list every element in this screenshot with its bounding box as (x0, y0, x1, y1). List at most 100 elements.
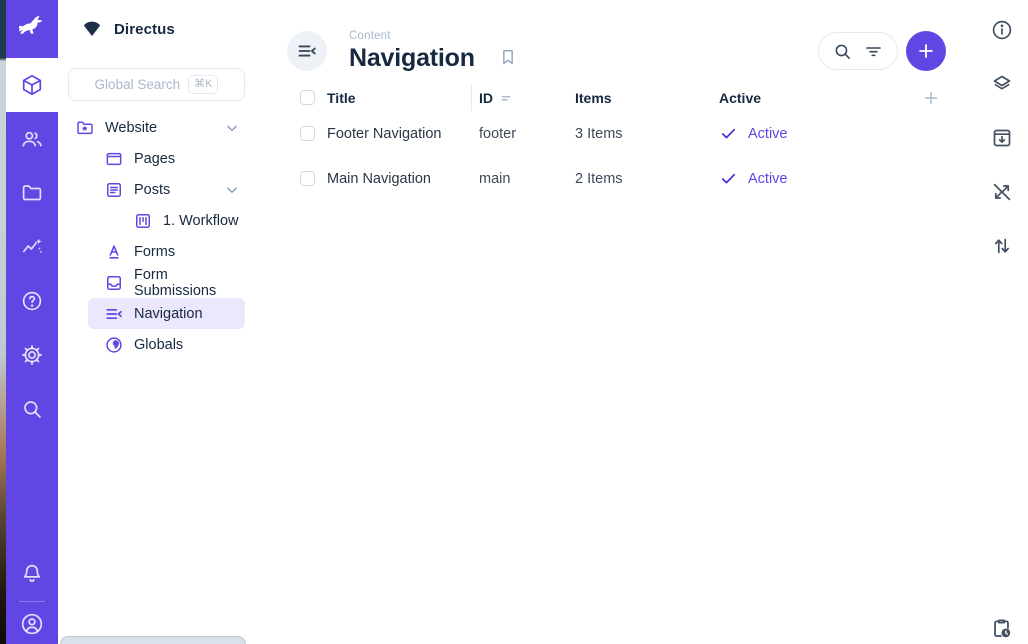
keyboard-shortcut-badge: ⌘K (188, 75, 218, 93)
module-bar-bottom (6, 547, 58, 644)
cell-id: footer (475, 126, 575, 142)
column-divider (471, 84, 472, 111)
letter-a-icon (104, 242, 124, 262)
column-header-items[interactable]: Items (575, 90, 719, 106)
magnifier-icon (20, 397, 44, 421)
diamond-icon (81, 18, 103, 40)
tree-item-label: Pages (134, 151, 175, 167)
menu-open-icon (104, 304, 124, 324)
title-block: Content Navigation (349, 31, 475, 72)
cell-title: Footer Navigation (327, 126, 475, 142)
table-header-row: Title ID Items Active (285, 84, 975, 111)
cell-id: main (475, 171, 575, 187)
breadcrumb[interactable]: Content (349, 31, 475, 43)
chart-sparkle-icon (20, 235, 44, 259)
tree-item-label: Posts (134, 182, 170, 198)
column-header-active[interactable]: Active (719, 90, 921, 106)
add-column-button[interactable] (921, 88, 975, 108)
search-filter-pill (818, 32, 898, 70)
module-files[interactable] (6, 166, 58, 220)
collection-tree: Website Pages (58, 112, 285, 360)
cell-items: 3 Items (575, 126, 719, 142)
tree-item-pages[interactable]: Pages (58, 143, 285, 174)
module-bar (6, 0, 58, 644)
tree-item-form-submissions[interactable]: Form Submissions (58, 267, 285, 298)
tree-item-forms[interactable]: Forms (58, 236, 285, 267)
add-item-button[interactable] (906, 31, 946, 71)
globe-icon (104, 335, 124, 355)
tree-item-label: 1. Workflow (163, 213, 238, 229)
bookmark-icon (498, 47, 518, 67)
module-help[interactable] (6, 274, 58, 328)
items-table: Title ID Items Active (285, 84, 975, 201)
tree-item-label: Form Submissions (134, 267, 241, 299)
check-icon (719, 169, 738, 188)
status-badge: Active (748, 171, 788, 187)
status-badge: Active (748, 126, 788, 142)
plus-icon (915, 40, 937, 62)
bell-icon (20, 562, 44, 586)
select-all-checkbox[interactable] (300, 90, 315, 105)
row-checkbox[interactable] (300, 171, 315, 186)
tree-item-label: Forms (134, 244, 175, 260)
tree-item-label: Website (105, 120, 157, 136)
check-icon (719, 124, 738, 143)
layers-icon[interactable] (990, 72, 1014, 96)
main-content: Content Navigation (285, 0, 975, 644)
directus-app-window: Directus Global Search ⌘K Website (0, 0, 1028, 644)
kanban-icon (133, 211, 153, 231)
account-button[interactable] (6, 602, 58, 644)
right-sidebar-rail (975, 0, 1028, 644)
tree-item-website[interactable]: Website (58, 112, 285, 143)
module-settings[interactable] (6, 328, 58, 382)
filter-icon[interactable] (863, 41, 884, 62)
sync-disabled-icon[interactable] (990, 180, 1014, 204)
help-circle-icon (20, 289, 44, 313)
archive-download-icon[interactable] (990, 126, 1014, 150)
rabbit-logo-icon[interactable] (6, 0, 58, 58)
module-users[interactable] (6, 112, 58, 166)
page-header: Content Navigation (285, 0, 975, 71)
chevron-down-icon[interactable] (223, 119, 241, 137)
tree-item-globals[interactable]: Globals (58, 329, 285, 360)
chevron-down-icon[interactable] (223, 181, 241, 199)
sort-icon[interactable] (500, 91, 514, 105)
cell-title: Main Navigation (327, 171, 475, 187)
row-checkbox[interactable] (300, 126, 315, 141)
plus-icon (921, 88, 941, 108)
folder-icon (20, 181, 44, 205)
tree-item-label: Navigation (134, 306, 203, 322)
cell-active: Active (719, 169, 975, 188)
bookmark-button[interactable] (498, 47, 518, 67)
clipboard-clock-icon[interactable] (989, 616, 1014, 641)
cell-items: 2 Items (575, 171, 719, 187)
tree-item-posts[interactable]: Posts (58, 174, 285, 205)
tree-item-navigation[interactable]: Navigation (88, 298, 245, 329)
web-asset-icon (104, 149, 124, 169)
info-circle-icon[interactable] (990, 18, 1014, 42)
project-header[interactable]: Directus (58, 0, 285, 58)
search-button[interactable] (832, 41, 853, 62)
article-icon (104, 180, 124, 200)
global-search-input[interactable]: Global Search ⌘K (68, 68, 245, 101)
module-insights[interactable] (6, 220, 58, 274)
users-icon (20, 127, 44, 151)
tree-item-workflow[interactable]: 1. Workflow (58, 205, 285, 236)
module-content[interactable] (6, 58, 58, 112)
folder-star-icon (75, 118, 95, 138)
column-header-title[interactable]: Title (327, 90, 475, 106)
project-name: Directus (114, 21, 175, 38)
inbox-icon (104, 273, 124, 293)
collection-icon-button[interactable] (287, 31, 327, 71)
notifications-button[interactable] (6, 547, 58, 601)
module-search[interactable] (6, 382, 58, 436)
bottom-overlay-edge (60, 636, 246, 644)
swap-vertical-icon[interactable] (990, 234, 1014, 258)
table-row[interactable]: Footer Navigation footer 3 Items Active (285, 111, 975, 156)
gear-icon (20, 343, 44, 367)
table-row[interactable]: Main Navigation main 2 Items Active (285, 156, 975, 201)
cell-active: Active (719, 124, 975, 143)
menu-open-icon (296, 40, 318, 62)
header-actions (818, 31, 975, 71)
column-header-id[interactable]: ID (479, 90, 493, 106)
